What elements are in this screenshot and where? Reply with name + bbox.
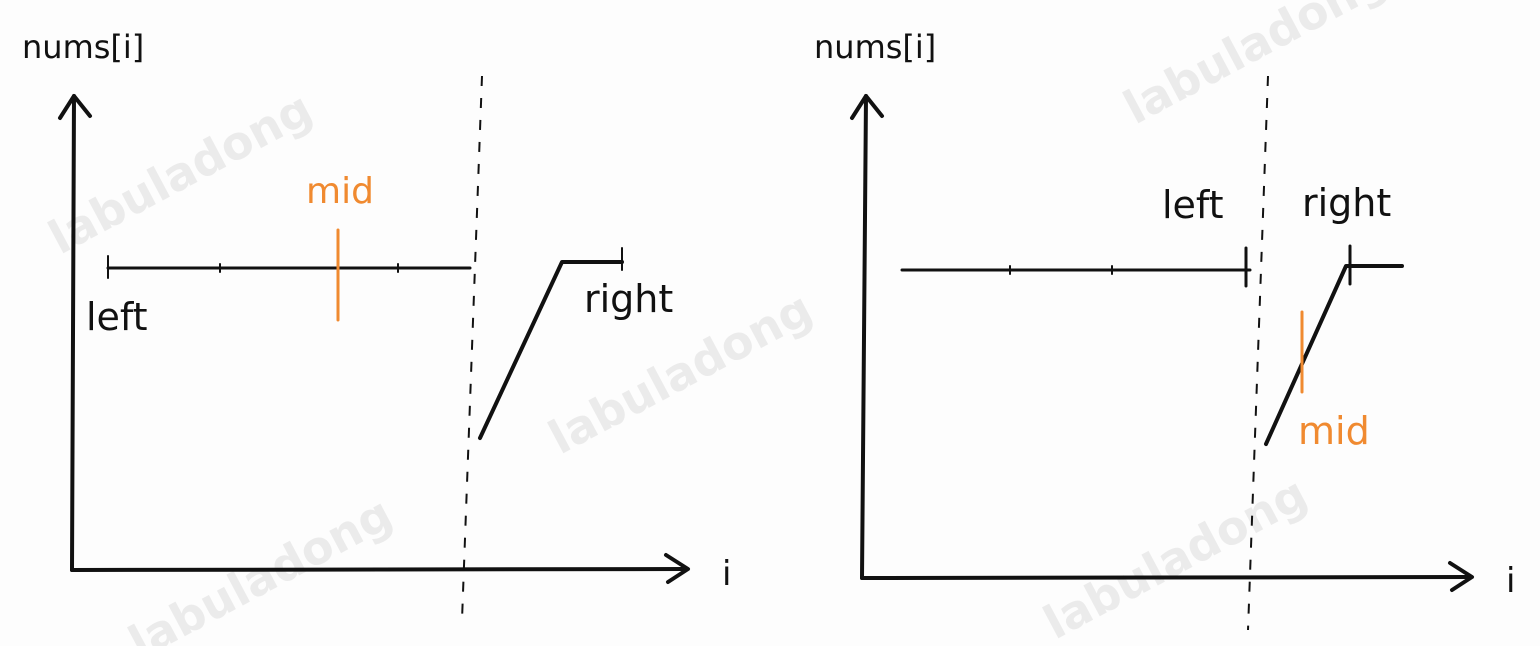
y-axis — [860, 94, 868, 580]
mid-label: mid — [306, 171, 374, 212]
x-axis-label: i — [1506, 561, 1515, 601]
x-axis — [70, 567, 688, 572]
diagram-canvas: labuladong labuladong labuladong labulad… — [0, 0, 1540, 646]
left-label: left — [86, 295, 148, 339]
left-label: left — [1162, 183, 1224, 227]
watermark-3: labuladong — [1115, 0, 1396, 135]
x-axis — [860, 575, 1472, 580]
watermark-2: labuladong — [540, 281, 821, 465]
watermarks: labuladong labuladong labuladong labulad… — [40, 0, 1396, 646]
watermark-4: labuladong — [1035, 466, 1316, 646]
watermark-5: labuladong — [120, 486, 401, 646]
right-label: right — [584, 277, 673, 321]
divider-line — [1247, 75, 1269, 631]
right-label: right — [1302, 181, 1391, 225]
divider-line — [461, 75, 483, 621]
mid-label: mid — [1298, 409, 1370, 453]
y-axis-label: nums[i] — [22, 28, 144, 66]
y-axis-label: nums[i] — [814, 28, 936, 66]
x-axis-label: i — [722, 554, 731, 594]
y-axis — [70, 94, 76, 572]
diagram-svg: labuladong labuladong labuladong labulad… — [22, 0, 1515, 646]
